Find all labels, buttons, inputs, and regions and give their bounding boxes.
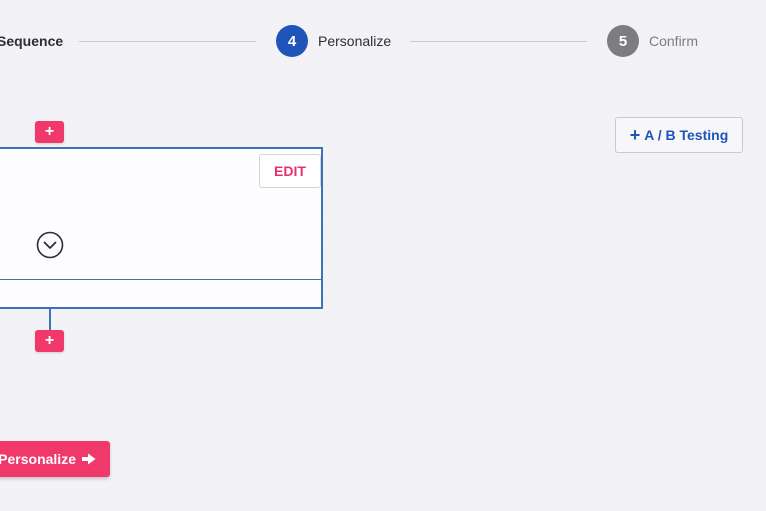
step-label-confirm[interactable]: Confirm [649, 33, 698, 49]
next-personalize-button[interactable]: Personalize [0, 441, 110, 477]
step-label-personalize[interactable]: Personalize [318, 33, 391, 49]
add-step-below-button[interactable]: + [35, 330, 64, 352]
step-5-circle[interactable]: 5 [607, 25, 639, 57]
card-divider [0, 279, 321, 280]
arrow-right-icon [82, 453, 96, 465]
sequence-builder-page: Sequence 4 Personalize 5 Confirm + EDIT … [0, 0, 766, 511]
add-step-above-button[interactable]: + [35, 121, 64, 143]
ab-testing-label: A / B Testing [644, 127, 729, 143]
step-connector-line [49, 309, 51, 331]
chevron-down-circle-icon[interactable] [36, 231, 64, 259]
next-button-label: Personalize [0, 451, 76, 467]
ab-testing-button[interactable]: + A / B Testing [615, 117, 743, 153]
step-label-sequence[interactable]: Sequence [0, 33, 63, 49]
step-4-circle[interactable]: 4 [276, 25, 308, 57]
step-connector [410, 41, 587, 42]
sequence-step-card: EDIT [0, 147, 323, 309]
step-connector [79, 41, 256, 42]
edit-button[interactable]: EDIT [259, 154, 321, 188]
plus-icon: + [629, 125, 641, 145]
